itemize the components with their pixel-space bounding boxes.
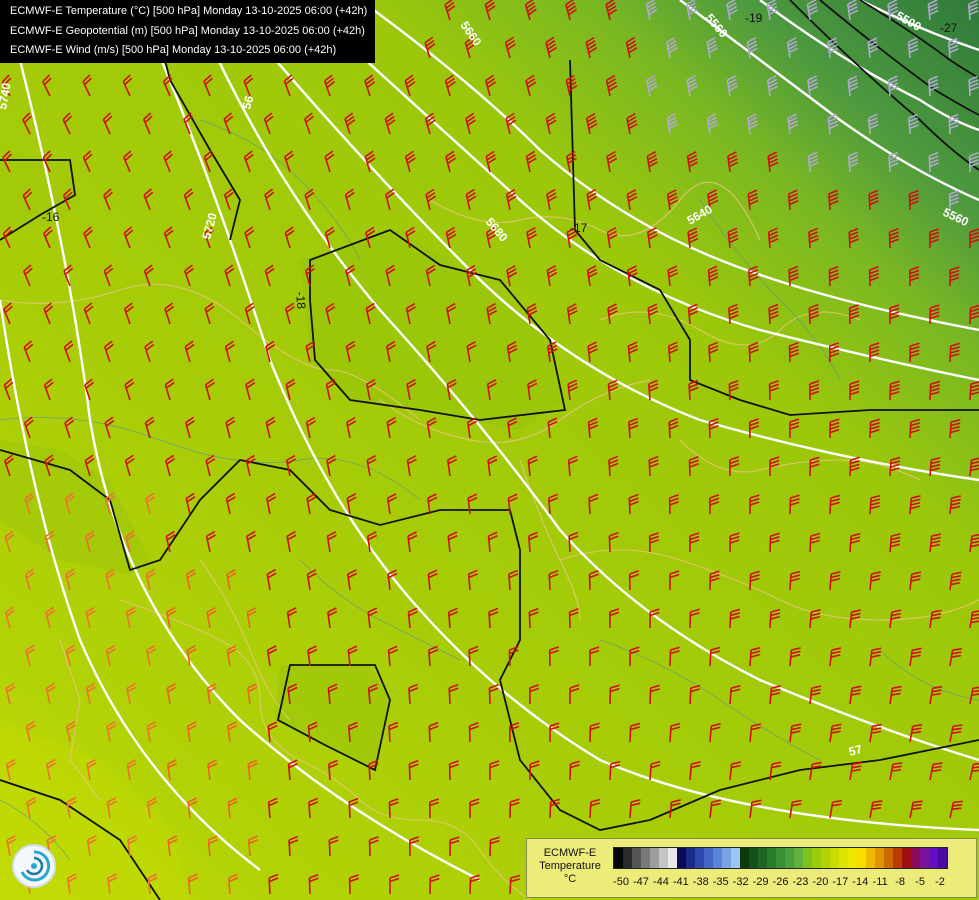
legend-tick-label: -5: [915, 876, 925, 888]
legend-swatch: [659, 848, 668, 868]
legend-swatch: [740, 848, 749, 868]
legend-tick-label: -23: [792, 876, 809, 888]
legend-tick-label: -41: [672, 876, 689, 888]
temperature-label: -16: [42, 210, 60, 224]
legend-swatch: [677, 848, 686, 868]
legend-swatch: [884, 848, 893, 868]
legend-tick-label: -17: [832, 876, 849, 888]
legend-swatch: [623, 848, 632, 868]
legend-tick-label: -32: [732, 876, 749, 888]
legend-swatch: [731, 848, 740, 868]
geopotential-label: 56: [239, 94, 256, 111]
legend-tick-label: -8: [895, 876, 906, 888]
logo-icon: [12, 844, 56, 888]
legend-swatch: [839, 848, 848, 868]
legend-tick-label: -29: [752, 876, 769, 888]
legend-tick-label: -50: [613, 876, 629, 888]
legend-swatch: [758, 848, 767, 868]
legend-swatch: [713, 848, 722, 868]
legend-tick-label: -14: [852, 876, 869, 888]
geopotential-label: 5660: [458, 19, 485, 49]
legend-title-line2: Temperature: [539, 860, 601, 872]
geopotential-label: 5720: [199, 211, 220, 241]
legend-swatch: [875, 848, 884, 868]
legend-swatch: [830, 848, 839, 868]
title-wind: ECMWF-E Wind (m/s) [500 hPa] Monday 13-1…: [10, 44, 337, 56]
legend-swatch: [641, 848, 650, 868]
geopotential-label: 5560: [703, 11, 731, 41]
legend-swatch: [938, 848, 947, 868]
legend-swatch: [704, 848, 713, 868]
legend-swatch: [749, 848, 758, 868]
legend-tick-label: -26: [772, 876, 789, 888]
title-geopotential: ECMWF-E Geopotential (m) [500 hPa] Monda…: [10, 24, 365, 37]
legend-title-line1: ECMWF-E: [543, 847, 597, 859]
legend-swatch: [776, 848, 785, 868]
legend-tick-labels: -50 -47 -44 -41 -38 -35 -32 -29 -26 -23 -20 -17 -14-…: [613, 876, 975, 890]
legend-color-scale: [613, 847, 948, 869]
legend-swatch: [632, 848, 641, 868]
legend-tick-label: -20: [812, 876, 829, 888]
legend-tick-label: -38: [692, 876, 709, 888]
legend-tick-label: -47: [632, 876, 649, 888]
legend-tick-label: -35: [712, 876, 729, 888]
legend-swatch: [794, 848, 803, 868]
legend-swatch: [695, 848, 704, 868]
legend-swatch: [911, 848, 920, 868]
contour-labels: 5660 5560 5500 5740 5720 5680 5640 57 55…: [0, 8, 971, 759]
temperature-label: -18: [293, 291, 308, 310]
legend-swatch: [803, 848, 812, 868]
legend-swatch: [812, 848, 821, 868]
legend-tick-label: -2: [935, 876, 945, 888]
legend-swatch: [686, 848, 695, 868]
legend-title: ECMWF-E Temperature °C: [531, 847, 609, 886]
legend-tick-label: -44: [652, 876, 669, 888]
geopotential-label: 5680: [483, 215, 511, 245]
temperature-label: -27: [940, 21, 958, 35]
geopotential-label: 57: [847, 742, 864, 759]
legend-swatch: [668, 848, 677, 868]
legend-unit: °C: [563, 873, 577, 885]
legend-swatch: [866, 848, 875, 868]
legend-tick-label: -11: [872, 876, 888, 888]
legend-swatch: [614, 848, 623, 868]
weather-map[interactable]: 5660 5560 5500 5740 5720 5680 5640 57 55…: [0, 0, 979, 900]
legend-swatch: [821, 848, 830, 868]
geopotential-label: 5560: [941, 205, 971, 229]
legend-swatch: [902, 848, 911, 868]
geopotential-label: 5640: [685, 202, 715, 228]
legend-swatch: [848, 848, 857, 868]
legend-swatch: [722, 848, 731, 868]
geopotential-label: 5500: [894, 8, 924, 34]
title-temperature: ECMWF-E Temperature (°C) [500 hPa] Monda…: [10, 5, 368, 17]
legend-swatch: [920, 848, 929, 868]
legend-swatch: [857, 848, 866, 868]
legend-swatch: [767, 848, 776, 868]
temperature-label: -19: [745, 11, 763, 25]
legend-swatch: [929, 848, 938, 868]
map-title-box: ECMWF-E Temperature (°C) [500 hPa] Monda…: [0, 0, 376, 63]
legend-swatch: [785, 848, 794, 868]
temperature-label: -17: [570, 221, 588, 235]
geopotential-label: 5740: [0, 81, 14, 110]
legend-swatch: [650, 848, 659, 868]
temperature-legend: ECMWF-E Temperature °C -50 -47 -44 -41 -38 -3…: [526, 838, 977, 898]
legend-swatch: [893, 848, 902, 868]
